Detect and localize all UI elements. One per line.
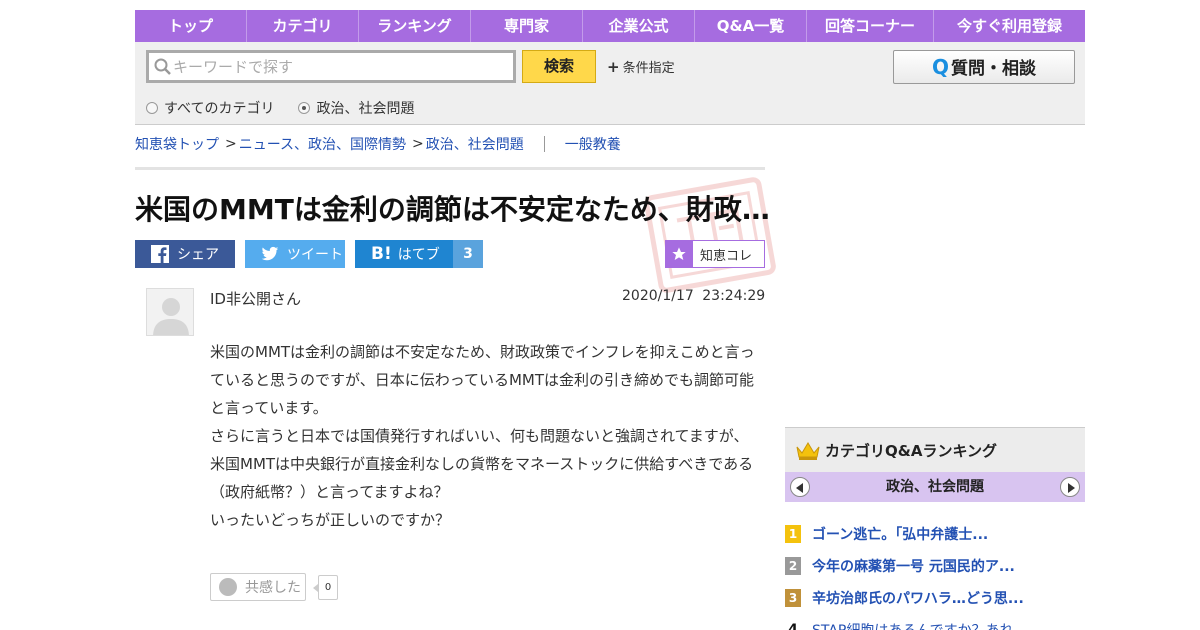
breadcrumb-top[interactable]: 知恵袋トップ (135, 134, 219, 154)
breadcrumb-divider (543, 136, 545, 152)
search-box[interactable] (146, 50, 516, 83)
radio-selected-icon (298, 102, 311, 114)
body-paragraph: さらに言うと日本では国債発行すればいい、何も問題ないと強調されてますが、米国MM… (210, 427, 754, 501)
breadcrumb: 知恵袋トップ > ニュース、政治、国際情勢 > 政治、社会問題 一般教養 (135, 134, 621, 154)
ranking-link[interactable]: STAP細胞はあるんですか？あれ... (812, 620, 1027, 630)
twitter-share-button[interactable]: ツイート (245, 240, 345, 268)
nav-top[interactable]: トップ (135, 10, 247, 42)
empathy-label: 共感した (245, 580, 301, 596)
post-time: 23:24:29 (702, 288, 766, 304)
breadcrumb-separator: > (412, 136, 424, 152)
facebook-label: シェア (177, 247, 219, 263)
ranking-link[interactable]: 今年の麻薬第一号 元国民的ア... (812, 556, 1015, 576)
breadcrumb-separator: > (225, 136, 237, 152)
radio-all-categories[interactable]: すべてのカテゴリ (146, 98, 274, 118)
rank-number: 4 (788, 622, 798, 630)
search-button[interactable]: 検索 (522, 50, 596, 83)
chiekore-button[interactable]: 知恵コレ (665, 240, 765, 268)
search-icon (154, 58, 171, 75)
nav-qa-list[interactable]: Q&A一覧 (695, 10, 807, 42)
hatena-bookmark-button[interactable]: B! はてブ 3 (355, 240, 483, 268)
nav-answer-corner[interactable]: 回答コーナー (807, 10, 934, 42)
facebook-share-button[interactable]: シェア (135, 240, 235, 268)
twitter-label: ツイート (287, 247, 343, 263)
empathy-button[interactable]: 共感した (210, 573, 306, 601)
author-name[interactable]: ID非公開さん (210, 288, 301, 309)
ranking-item[interactable]: 3 辛坊治郎氏のパワハラ…どう思... (785, 582, 1085, 614)
nav-ranking[interactable]: ランキング (359, 10, 471, 42)
ranking-link[interactable]: ゴーン逃亡。「弘中弁護士... (812, 524, 988, 544)
crown-icon (796, 442, 820, 460)
q-icon: Q (931, 55, 949, 79)
post-date: 2020/1/17 (622, 288, 694, 304)
ask-question-button[interactable]: Q 質問・相談 (893, 50, 1075, 84)
nav-experts[interactable]: 専門家 (471, 10, 583, 42)
rank-number: 2 (785, 557, 801, 575)
ranking-title: カテゴリQ&Aランキング (825, 441, 997, 460)
nav-official[interactable]: 企業公式 (583, 10, 695, 42)
chiekore-label: 知恵コレ (700, 248, 753, 264)
smile-icon (219, 578, 237, 596)
question-body: 米国のMMTは金利の調節は不安定なため、財政政策でインフレを抑えこめと言っている… (210, 338, 755, 534)
question-title: 米国のMMTは金利の調節は不安定なため、財政… (135, 193, 770, 226)
condition-label: 条件指定 (622, 61, 675, 76)
ranking-header: カテゴリQ&Aランキング (785, 427, 1085, 472)
plus-icon: + (607, 58, 620, 76)
rank-number: 3 (785, 589, 801, 607)
ranking-list: 1 ゴーン逃亡。「弘中弁護士... 2 今年の麻薬第一号 元国民的ア... 3 … (785, 518, 1085, 630)
condition-link[interactable]: + 条件指定 (607, 57, 675, 76)
star-icon (665, 240, 693, 268)
search-bar: 検索 +条件指定 Q質問・相談 すべてのカテゴリ 政治、社会問題 (135, 42, 1085, 125)
search-input[interactable] (173, 55, 509, 79)
prev-arrow-icon[interactable] (790, 477, 810, 497)
ranking-item[interactable]: 4 STAP細胞はあるんですか？あれ... (785, 614, 1085, 630)
twitter-icon (261, 246, 279, 261)
avatar (146, 288, 194, 336)
next-arrow-icon[interactable] (1060, 477, 1080, 497)
breadcrumb-level1[interactable]: ニュース、政治、国際情勢 (239, 134, 406, 154)
ranking-category: 政治、社会問題 (886, 479, 984, 495)
nav-category[interactable]: カテゴリ (247, 10, 359, 42)
ranking-link[interactable]: 辛坊治郎氏のパワハラ…どう思... (812, 588, 1024, 608)
radio-current-label: 政治、社会問題 (316, 101, 415, 117)
radio-all-label: すべてのカテゴリ (164, 101, 275, 117)
post-datetime: 2020/1/17 23:24:29 (622, 288, 765, 304)
breadcrumb-level2[interactable]: 政治、社会問題 (426, 134, 524, 154)
radio-icon (146, 102, 158, 114)
rank-number: 1 (785, 525, 801, 543)
ask-label: 質問・相談 (951, 59, 1036, 79)
breadcrumb-tag[interactable]: 一般教養 (565, 134, 621, 154)
body-paragraph: いったいどっちが正しいのですか？ (210, 511, 451, 529)
radio-current-category[interactable]: 政治、社会問題 (298, 98, 414, 118)
nav-register[interactable]: 今すぐ利用登録 (934, 10, 1085, 42)
hatena-icon: B! (371, 244, 392, 264)
ranking-item[interactable]: 1 ゴーン逃亡。「弘中弁護士... (785, 518, 1085, 550)
ranking-category-bar: 政治、社会問題 (785, 472, 1085, 502)
divider (135, 167, 765, 170)
category-scope: すべてのカテゴリ 政治、社会問題 (146, 98, 414, 118)
category-ranking: カテゴリQ&Aランキング 政治、社会問題 1 ゴーン逃亡。「弘中弁護士... 2… (785, 427, 1085, 630)
facebook-icon (151, 245, 169, 263)
global-nav: トップ カテゴリ ランキング 専門家 企業公式 Q&A一覧 回答コーナー 今すぐ… (135, 10, 1085, 42)
hatena-label: はてブ (397, 247, 440, 263)
ranking-item[interactable]: 2 今年の麻薬第一号 元国民的ア... (785, 550, 1085, 582)
body-paragraph: 米国のMMTは金利の調節は不安定なため、財政政策でインフレを抑えこめと言っている… (210, 343, 755, 417)
empathy-count: 0 (313, 575, 338, 600)
hatena-count: 3 (453, 240, 483, 268)
